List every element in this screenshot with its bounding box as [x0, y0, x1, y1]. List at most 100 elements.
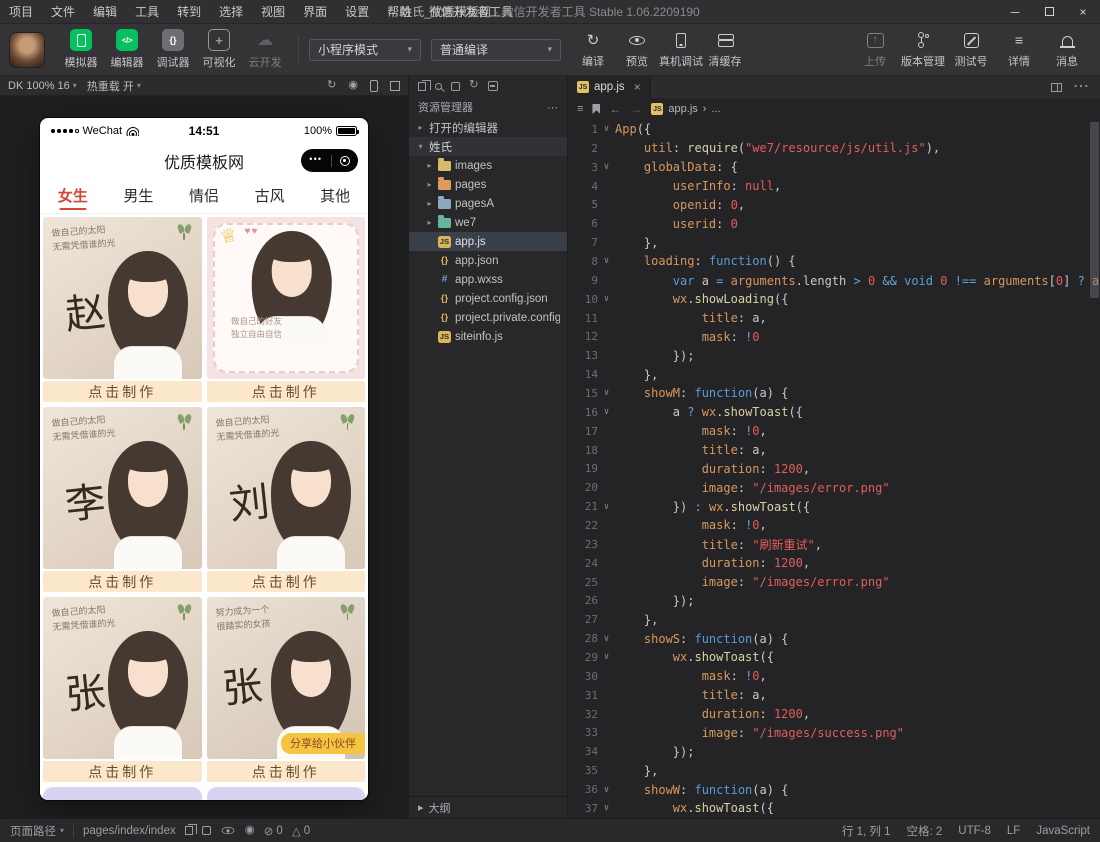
tool-message[interactable]: 消息 [1044, 30, 1090, 69]
forward-icon[interactable]: → [630, 102, 642, 116]
make-button[interactable]: 点击制作 [207, 381, 366, 402]
phone-tab[interactable]: 男生 [106, 178, 172, 213]
code-area[interactable]: 1∨App({2 util: require("we7/resource/js/… [568, 120, 1100, 818]
code-line[interactable]: 36∨ showW: function(a) { [568, 780, 1100, 799]
make-button[interactable]: 点击制作 [43, 381, 202, 402]
menu-item[interactable]: 编辑 [84, 0, 126, 23]
fold-chevron-icon[interactable]: ∨ [598, 124, 615, 134]
menu-item[interactable]: 工具 [126, 0, 168, 23]
card-image[interactable]: 做自己的太阳无需凭借谁的光张 [43, 597, 202, 759]
tool-editor[interactable]: </>编辑器 [104, 29, 150, 70]
fold-chevron-icon[interactable]: ∨ [598, 652, 615, 662]
menu-item[interactable]: 设置 [336, 0, 378, 23]
error-count[interactable]: ⊘ 0 [264, 824, 283, 838]
file-tree-item-pagesA[interactable]: ▸pagesA [409, 194, 567, 213]
code-line[interactable]: 32 duration: 1200, [568, 705, 1100, 724]
code-line[interactable]: 11 title: a, [568, 309, 1100, 328]
card-image[interactable]: 做自己的太阳无需凭借谁的光赵 [43, 217, 202, 379]
fold-chevron-icon[interactable]: ∨ [598, 803, 615, 813]
card-image[interactable]: 做自己的太阳无需凭借谁的光刘 [207, 407, 366, 569]
tool-debugger[interactable]: {}调试器 [150, 29, 196, 70]
card-image[interactable]: 努力成为一个很踏实的女孩张分享给小伙伴 [207, 597, 366, 759]
preview-eye-icon[interactable] [221, 827, 234, 834]
code-line[interactable]: 20 image: "/images/error.png" [568, 478, 1100, 497]
capsule-menu[interactable]: ••• [301, 149, 358, 172]
file-tree-item-app-json[interactable]: {}app.json [409, 251, 567, 270]
more-actions-icon[interactable]: ⋯ [1073, 79, 1089, 95]
cursor-position[interactable]: 行 1, 列 1 [842, 823, 891, 839]
menu-item[interactable]: 转到 [168, 0, 210, 23]
tool-remote[interactable]: 真机调试 [659, 30, 703, 69]
compile-mode-select[interactable]: 普通编译 ▾ [431, 39, 561, 61]
make-button[interactable]: 点击制作 [43, 571, 202, 592]
refresh-icon[interactable]: ↻ [469, 80, 479, 92]
share-badge[interactable]: 分享给小伙伴 [281, 733, 365, 755]
breadcrumb[interactable]: JS app.js › ... [651, 103, 720, 115]
more-actions-icon[interactable]: ⋯ [547, 101, 558, 114]
tool-upload[interactable]: ↑上传 [852, 30, 898, 69]
rotate-icon[interactable]: ↻ [327, 80, 336, 91]
code-line[interactable]: 5 openid: 0, [568, 195, 1100, 214]
code-line[interactable]: 37∨ wx.showToast({ [568, 799, 1100, 818]
code-line[interactable]: 25 image: "/images/error.png" [568, 573, 1100, 592]
open-editors-icon[interactable] [418, 82, 426, 91]
fold-chevron-icon[interactable]: ∨ [598, 256, 615, 266]
make-button[interactable]: 点击制作 [207, 571, 366, 592]
file-tree-item-project-config-json[interactable]: {}project.config.json [409, 289, 567, 308]
code-line[interactable]: 18 title: a, [568, 441, 1100, 460]
code-line[interactable]: 35 }, [568, 761, 1100, 780]
file-tree-item-pages[interactable]: ▸pages [409, 175, 567, 194]
copy-path-icon[interactable] [185, 826, 193, 835]
tool-visualize[interactable]: +可视化 [196, 29, 242, 70]
collapse-all-icon[interactable] [488, 81, 498, 91]
fold-chevron-icon[interactable]: ∨ [598, 502, 615, 512]
code-line[interactable]: 23 title: "刷新重试", [568, 535, 1100, 554]
editor-tab-appjs[interactable]: JS app.js × [568, 76, 651, 98]
warning-count[interactable]: △ 0 [292, 824, 310, 838]
close-button[interactable]: × [1066, 0, 1100, 23]
code-line[interactable]: 34 }); [568, 742, 1100, 761]
menu-item[interactable]: 项目 [0, 0, 42, 23]
code-line[interactable]: 30 mask: !0, [568, 667, 1100, 686]
tool-compile[interactable]: ↻编译 [571, 30, 615, 69]
phone-tab[interactable]: 古风 [237, 178, 303, 213]
code-line[interactable]: 4 userInfo: null, [568, 177, 1100, 196]
tool-cloud[interactable]: ☁云开发 [242, 29, 288, 70]
search-icon[interactable] [435, 83, 442, 90]
code-line[interactable]: 6 userid: 0 [568, 214, 1100, 233]
code-line[interactable]: 8∨ loading: function() { [568, 252, 1100, 271]
fold-chevron-icon[interactable]: ∨ [598, 162, 615, 172]
code-line[interactable]: 31 title: a, [568, 686, 1100, 705]
close-tab-icon[interactable]: × [634, 80, 641, 94]
scrollbar-thumb[interactable] [1090, 122, 1099, 298]
code-line[interactable]: 15∨ showM: function(a) { [568, 384, 1100, 403]
code-line[interactable]: 21∨ }) : wx.showToast({ [568, 497, 1100, 516]
file-tree-item-we7[interactable]: ▸we7 [409, 213, 567, 232]
file-tree-item-app-js[interactable]: JSapp.js [409, 232, 567, 251]
make-button[interactable]: 点击制作 [43, 761, 202, 782]
record-icon[interactable]: ◉ [245, 825, 255, 837]
more-dots-icon[interactable]: ••• [309, 155, 322, 164]
code-line[interactable]: 9 var a = arguments.length > 0 && void 0… [568, 271, 1100, 290]
language-mode[interactable]: JavaScript [1036, 825, 1090, 837]
file-tree-item-images[interactable]: ▸images [409, 156, 567, 175]
file-tree-item-project-private-config-js-[interactable]: {}project.private.config.js... [409, 308, 567, 327]
close-target-icon[interactable] [340, 156, 350, 166]
page-path-selector[interactable]: 页面路径 ▾ [10, 823, 64, 839]
device-frame-icon[interactable] [370, 80, 378, 92]
minimize-button[interactable]: ─ [998, 0, 1032, 23]
menu-item[interactable]: 文件 [42, 0, 84, 23]
fold-chevron-icon[interactable]: ∨ [598, 785, 615, 795]
file-tree-item-siteinfo-js[interactable]: JSsiteinfo.js [409, 327, 567, 346]
record-icon[interactable]: ◉ [348, 80, 358, 91]
code-line[interactable]: 7 }, [568, 233, 1100, 252]
indentation[interactable]: 空格: 2 [907, 823, 943, 839]
fullscreen-icon[interactable] [390, 81, 400, 91]
code-line[interactable]: 14 }, [568, 365, 1100, 384]
tool-test[interactable]: 测试号 [948, 30, 994, 69]
fold-chevron-icon[interactable]: ∨ [598, 407, 615, 417]
split-editor-icon[interactable] [1051, 83, 1062, 92]
back-icon[interactable]: ← [609, 102, 621, 116]
phone-tab[interactable]: 女生 [40, 178, 106, 213]
outline-section[interactable]: ▸ 大纲 [409, 796, 567, 818]
